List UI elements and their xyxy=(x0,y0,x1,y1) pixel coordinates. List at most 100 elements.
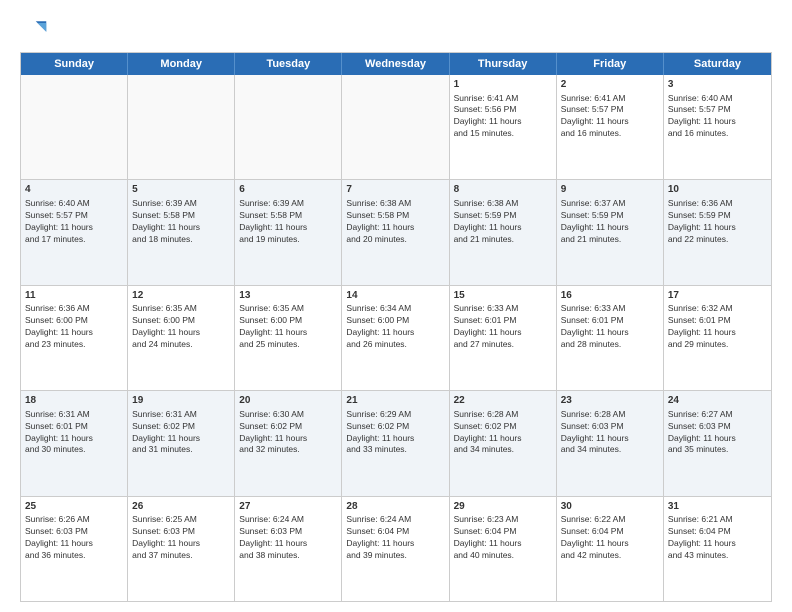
calendar-cell: 30Sunrise: 6:22 AMSunset: 6:04 PMDayligh… xyxy=(557,497,664,601)
cell-text: Sunrise: 6:31 AMSunset: 6:02 PMDaylight:… xyxy=(132,409,230,457)
logo-icon xyxy=(20,16,48,44)
calendar-cell xyxy=(342,75,449,179)
calendar-cell: 21Sunrise: 6:29 AMSunset: 6:02 PMDayligh… xyxy=(342,391,449,495)
day-number: 23 xyxy=(561,394,659,408)
calendar-row: 11Sunrise: 6:36 AMSunset: 6:00 PMDayligh… xyxy=(21,285,771,390)
cell-text: Sunrise: 6:38 AMSunset: 5:58 PMDaylight:… xyxy=(346,198,444,246)
calendar-cell: 14Sunrise: 6:34 AMSunset: 6:00 PMDayligh… xyxy=(342,286,449,390)
calendar-cell: 25Sunrise: 6:26 AMSunset: 6:03 PMDayligh… xyxy=(21,497,128,601)
day-number: 25 xyxy=(25,500,123,514)
cell-text: Sunrise: 6:33 AMSunset: 6:01 PMDaylight:… xyxy=(454,303,552,351)
calendar-cell: 24Sunrise: 6:27 AMSunset: 6:03 PMDayligh… xyxy=(664,391,771,495)
cell-text: Sunrise: 6:35 AMSunset: 6:00 PMDaylight:… xyxy=(132,303,230,351)
day-number: 31 xyxy=(668,500,767,514)
day-number: 16 xyxy=(561,289,659,303)
day-number: 9 xyxy=(561,183,659,197)
page: SundayMondayTuesdayWednesdayThursdayFrid… xyxy=(0,0,792,612)
calendar: SundayMondayTuesdayWednesdayThursdayFrid… xyxy=(20,52,772,602)
calendar-cell: 31Sunrise: 6:21 AMSunset: 6:04 PMDayligh… xyxy=(664,497,771,601)
calendar-header-cell: Friday xyxy=(557,53,664,75)
calendar-cell: 28Sunrise: 6:24 AMSunset: 6:04 PMDayligh… xyxy=(342,497,449,601)
cell-text: Sunrise: 6:36 AMSunset: 6:00 PMDaylight:… xyxy=(25,303,123,351)
cell-text: Sunrise: 6:33 AMSunset: 6:01 PMDaylight:… xyxy=(561,303,659,351)
calendar-body: 1Sunrise: 6:41 AMSunset: 5:56 PMDaylight… xyxy=(21,75,771,601)
cell-text: Sunrise: 6:41 AMSunset: 5:56 PMDaylight:… xyxy=(454,93,552,141)
calendar-cell: 13Sunrise: 6:35 AMSunset: 6:00 PMDayligh… xyxy=(235,286,342,390)
day-number: 22 xyxy=(454,394,552,408)
day-number: 3 xyxy=(668,78,767,92)
cell-text: Sunrise: 6:24 AMSunset: 6:03 PMDaylight:… xyxy=(239,514,337,562)
calendar-cell: 6Sunrise: 6:39 AMSunset: 5:58 PMDaylight… xyxy=(235,180,342,284)
calendar-cell: 3Sunrise: 6:40 AMSunset: 5:57 PMDaylight… xyxy=(664,75,771,179)
calendar-cell xyxy=(128,75,235,179)
day-number: 14 xyxy=(346,289,444,303)
cell-text: Sunrise: 6:39 AMSunset: 5:58 PMDaylight:… xyxy=(239,198,337,246)
calendar-cell: 22Sunrise: 6:28 AMSunset: 6:02 PMDayligh… xyxy=(450,391,557,495)
cell-text: Sunrise: 6:27 AMSunset: 6:03 PMDaylight:… xyxy=(668,409,767,457)
calendar-row: 25Sunrise: 6:26 AMSunset: 6:03 PMDayligh… xyxy=(21,496,771,601)
day-number: 19 xyxy=(132,394,230,408)
calendar-cell: 10Sunrise: 6:36 AMSunset: 5:59 PMDayligh… xyxy=(664,180,771,284)
cell-text: Sunrise: 6:37 AMSunset: 5:59 PMDaylight:… xyxy=(561,198,659,246)
calendar-row: 1Sunrise: 6:41 AMSunset: 5:56 PMDaylight… xyxy=(21,75,771,179)
cell-text: Sunrise: 6:21 AMSunset: 6:04 PMDaylight:… xyxy=(668,514,767,562)
calendar-cell: 17Sunrise: 6:32 AMSunset: 6:01 PMDayligh… xyxy=(664,286,771,390)
cell-text: Sunrise: 6:34 AMSunset: 6:00 PMDaylight:… xyxy=(346,303,444,351)
calendar-header-cell: Wednesday xyxy=(342,53,449,75)
day-number: 11 xyxy=(25,289,123,303)
cell-text: Sunrise: 6:31 AMSunset: 6:01 PMDaylight:… xyxy=(25,409,123,457)
cell-text: Sunrise: 6:28 AMSunset: 6:03 PMDaylight:… xyxy=(561,409,659,457)
day-number: 7 xyxy=(346,183,444,197)
cell-text: Sunrise: 6:41 AMSunset: 5:57 PMDaylight:… xyxy=(561,93,659,141)
day-number: 12 xyxy=(132,289,230,303)
calendar-cell: 4Sunrise: 6:40 AMSunset: 5:57 PMDaylight… xyxy=(21,180,128,284)
calendar-cell: 8Sunrise: 6:38 AMSunset: 5:59 PMDaylight… xyxy=(450,180,557,284)
cell-text: Sunrise: 6:36 AMSunset: 5:59 PMDaylight:… xyxy=(668,198,767,246)
cell-text: Sunrise: 6:32 AMSunset: 6:01 PMDaylight:… xyxy=(668,303,767,351)
cell-text: Sunrise: 6:24 AMSunset: 6:04 PMDaylight:… xyxy=(346,514,444,562)
cell-text: Sunrise: 6:40 AMSunset: 5:57 PMDaylight:… xyxy=(25,198,123,246)
calendar-cell: 26Sunrise: 6:25 AMSunset: 6:03 PMDayligh… xyxy=(128,497,235,601)
day-number: 8 xyxy=(454,183,552,197)
day-number: 10 xyxy=(668,183,767,197)
calendar-cell: 29Sunrise: 6:23 AMSunset: 6:04 PMDayligh… xyxy=(450,497,557,601)
calendar-cell: 27Sunrise: 6:24 AMSunset: 6:03 PMDayligh… xyxy=(235,497,342,601)
calendar-header-cell: Sunday xyxy=(21,53,128,75)
calendar-cell: 19Sunrise: 6:31 AMSunset: 6:02 PMDayligh… xyxy=(128,391,235,495)
day-number: 20 xyxy=(239,394,337,408)
cell-text: Sunrise: 6:23 AMSunset: 6:04 PMDaylight:… xyxy=(454,514,552,562)
day-number: 13 xyxy=(239,289,337,303)
calendar-cell: 23Sunrise: 6:28 AMSunset: 6:03 PMDayligh… xyxy=(557,391,664,495)
cell-text: Sunrise: 6:25 AMSunset: 6:03 PMDaylight:… xyxy=(132,514,230,562)
day-number: 6 xyxy=(239,183,337,197)
day-number: 5 xyxy=(132,183,230,197)
calendar-header-cell: Tuesday xyxy=(235,53,342,75)
cell-text: Sunrise: 6:29 AMSunset: 6:02 PMDaylight:… xyxy=(346,409,444,457)
cell-text: Sunrise: 6:39 AMSunset: 5:58 PMDaylight:… xyxy=(132,198,230,246)
calendar-header-cell: Monday xyxy=(128,53,235,75)
calendar-row: 4Sunrise: 6:40 AMSunset: 5:57 PMDaylight… xyxy=(21,179,771,284)
day-number: 27 xyxy=(239,500,337,514)
day-number: 4 xyxy=(25,183,123,197)
day-number: 24 xyxy=(668,394,767,408)
cell-text: Sunrise: 6:38 AMSunset: 5:59 PMDaylight:… xyxy=(454,198,552,246)
cell-text: Sunrise: 6:35 AMSunset: 6:00 PMDaylight:… xyxy=(239,303,337,351)
header xyxy=(20,16,772,44)
day-number: 2 xyxy=(561,78,659,92)
calendar-cell: 2Sunrise: 6:41 AMSunset: 5:57 PMDaylight… xyxy=(557,75,664,179)
cell-text: Sunrise: 6:22 AMSunset: 6:04 PMDaylight:… xyxy=(561,514,659,562)
calendar-cell: 5Sunrise: 6:39 AMSunset: 5:58 PMDaylight… xyxy=(128,180,235,284)
calendar-cell: 18Sunrise: 6:31 AMSunset: 6:01 PMDayligh… xyxy=(21,391,128,495)
calendar-cell: 16Sunrise: 6:33 AMSunset: 6:01 PMDayligh… xyxy=(557,286,664,390)
day-number: 26 xyxy=(132,500,230,514)
calendar-cell xyxy=(235,75,342,179)
calendar-cell: 20Sunrise: 6:30 AMSunset: 6:02 PMDayligh… xyxy=(235,391,342,495)
cell-text: Sunrise: 6:40 AMSunset: 5:57 PMDaylight:… xyxy=(668,93,767,141)
calendar-cell: 15Sunrise: 6:33 AMSunset: 6:01 PMDayligh… xyxy=(450,286,557,390)
cell-text: Sunrise: 6:30 AMSunset: 6:02 PMDaylight:… xyxy=(239,409,337,457)
cell-text: Sunrise: 6:28 AMSunset: 6:02 PMDaylight:… xyxy=(454,409,552,457)
calendar-cell xyxy=(21,75,128,179)
calendar-cell: 11Sunrise: 6:36 AMSunset: 6:00 PMDayligh… xyxy=(21,286,128,390)
day-number: 29 xyxy=(454,500,552,514)
day-number: 15 xyxy=(454,289,552,303)
